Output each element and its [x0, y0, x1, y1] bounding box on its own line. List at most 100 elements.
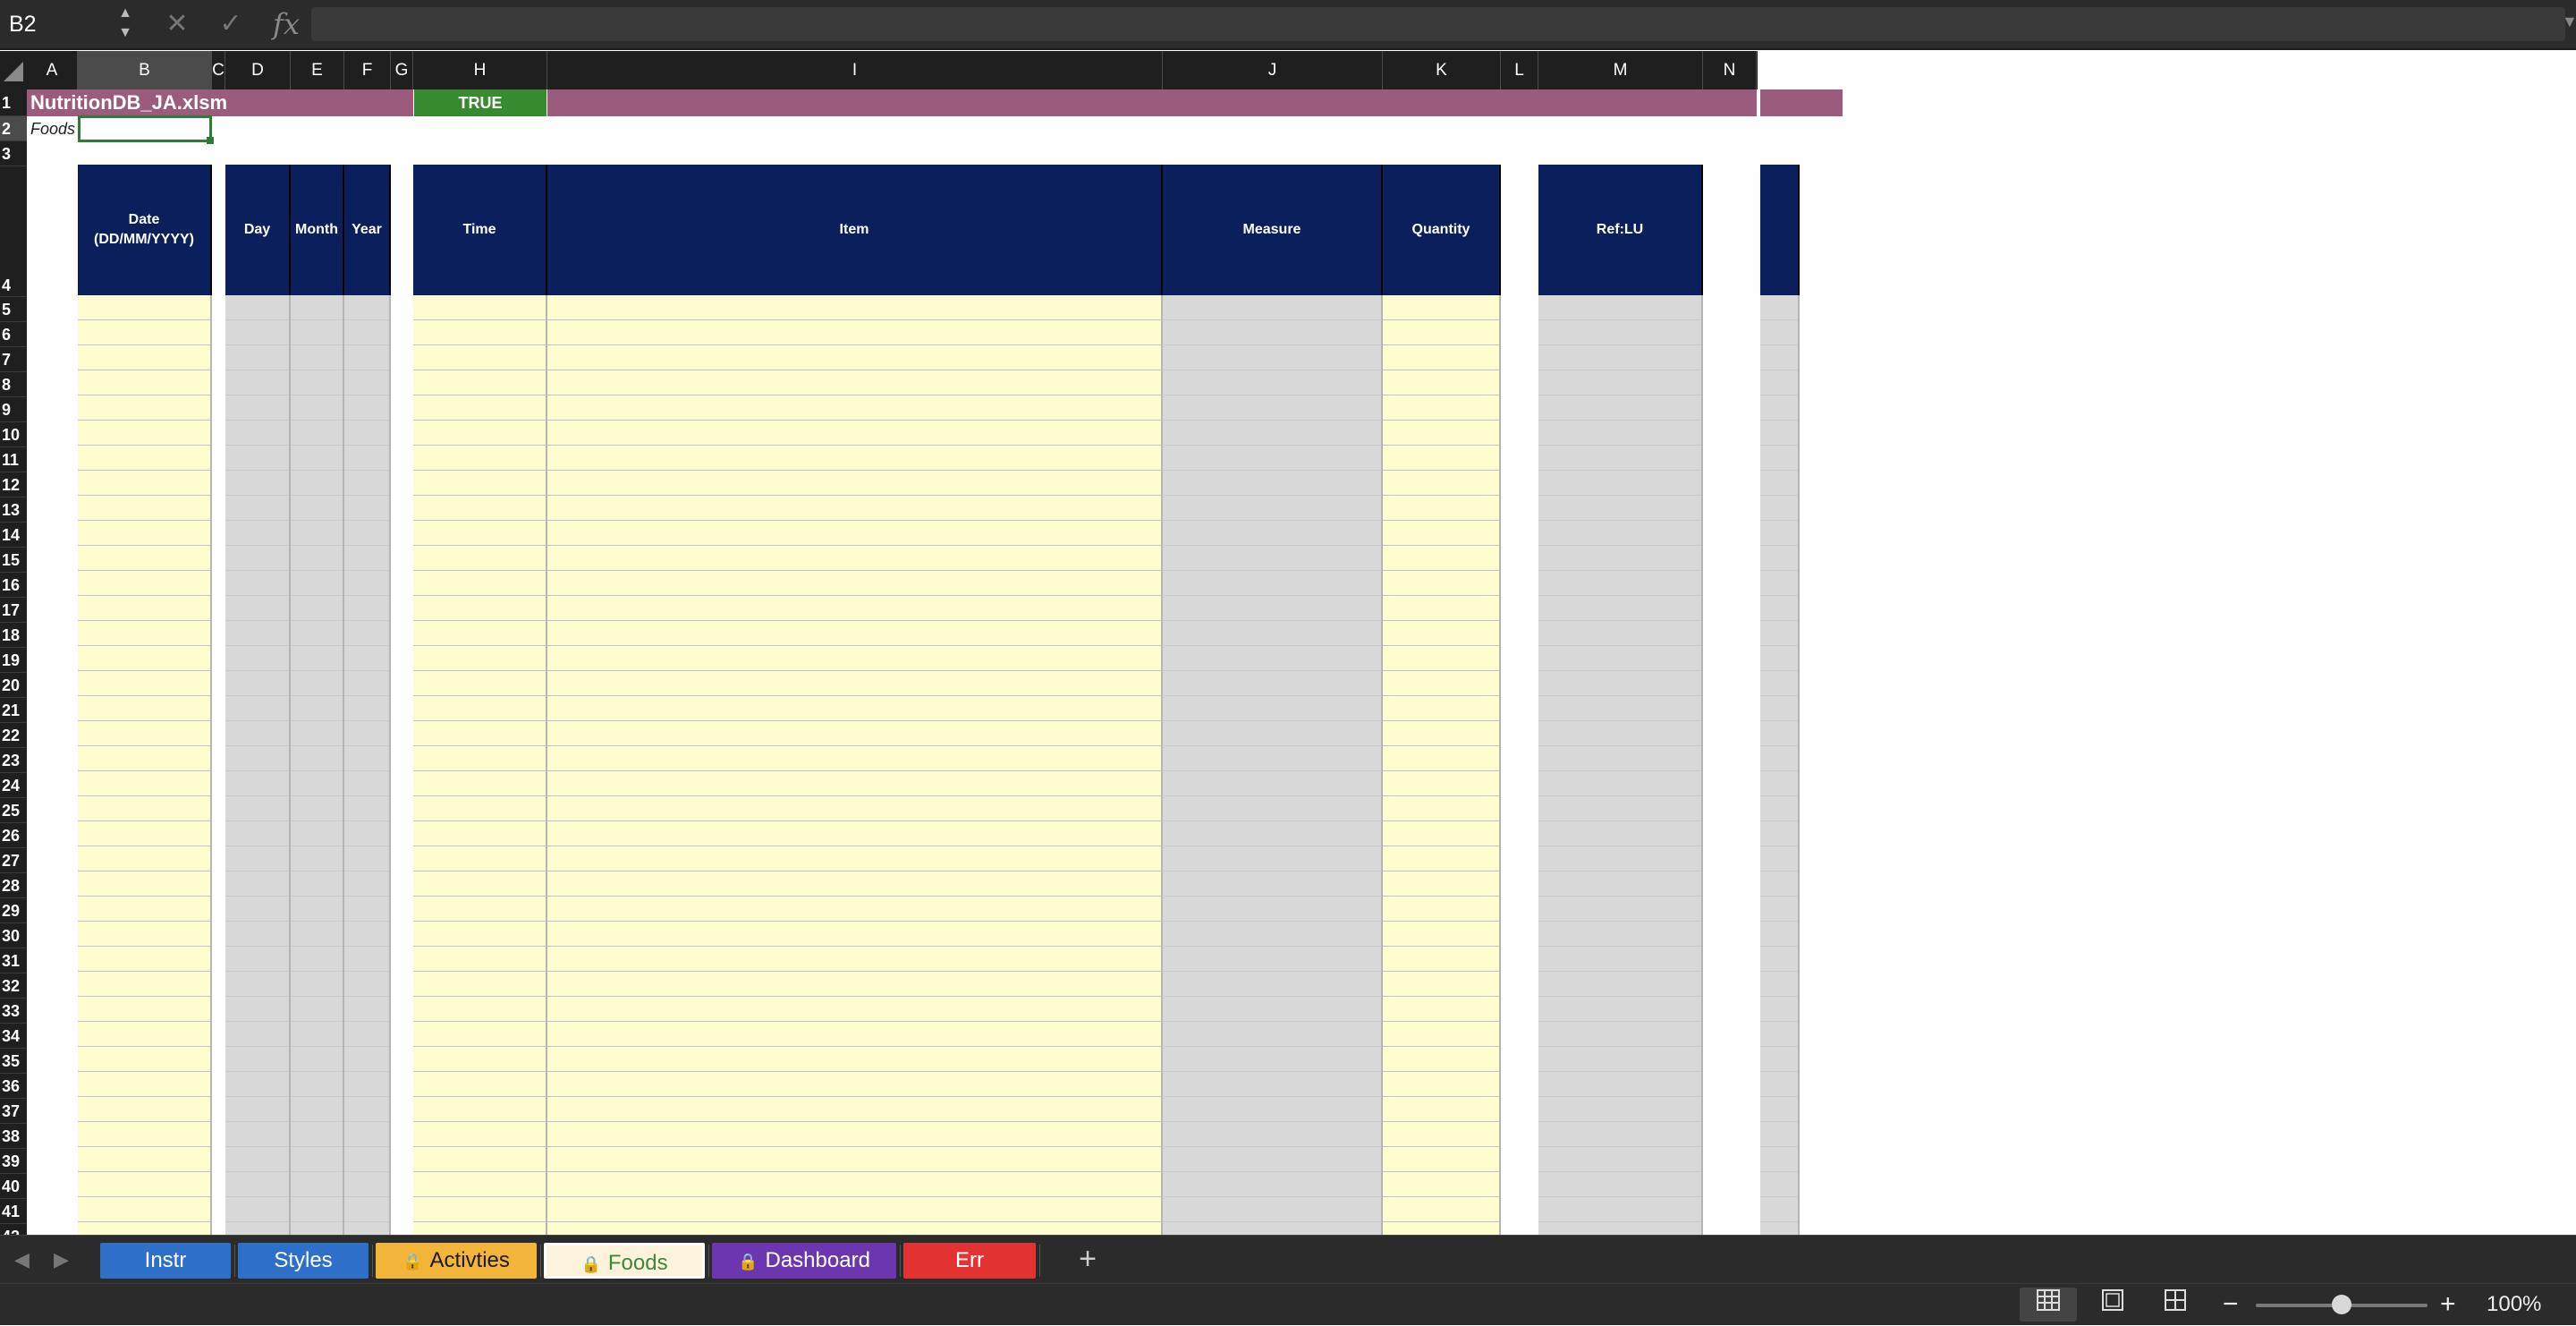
row-header-41[interactable]: 41	[0, 1199, 27, 1224]
scroll-right-icon[interactable]: ▶	[54, 1248, 69, 1271]
sheet-tab-err[interactable]: Err	[903, 1243, 1036, 1279]
row-header-6[interactable]: 6	[0, 322, 27, 347]
row-headers: 1 2 3 4 5 6 7 8 9 10 11 12 13 14 15 16 17 18 19 20 21 22 23 24 2…	[0, 89, 27, 1235]
row-header-29[interactable]: 29	[0, 898, 27, 923]
row-header-17[interactable]: 17	[0, 598, 27, 623]
scroll-left-icon[interactable]: ◀	[14, 1248, 30, 1271]
column-header-j[interactable]: J	[1163, 51, 1383, 89]
column-header-a[interactable]: A	[27, 51, 78, 89]
tab-separator	[708, 1245, 709, 1277]
column-header-f[interactable]: F	[344, 51, 391, 89]
page-break-view-button[interactable]	[2147, 1288, 2204, 1322]
column-header-h[interactable]: H	[413, 51, 547, 89]
row-header-27[interactable]: 27	[0, 848, 27, 873]
zoom-in-button[interactable]: +	[2440, 1288, 2456, 1322]
active-cell-b2[interactable]	[78, 115, 212, 142]
item-column-cells[interactable]	[547, 295, 1163, 1235]
fill-handle[interactable]	[207, 137, 214, 144]
row-header-40[interactable]: 40	[0, 1174, 27, 1199]
quantity-column-cells[interactable]	[1383, 295, 1501, 1235]
row-header-8[interactable]: 8	[0, 372, 27, 397]
row-header-39[interactable]: 39	[0, 1149, 27, 1174]
row-header-11[interactable]: 11	[0, 447, 27, 472]
column-header-l[interactable]: L	[1501, 51, 1538, 89]
sheet-tab-dashboard[interactable]: 🔒 Dashboard	[712, 1243, 896, 1279]
normal-view-button[interactable]	[2020, 1288, 2077, 1322]
column-header-e[interactable]: E	[291, 51, 344, 89]
zoom-out-button[interactable]: −	[2223, 1288, 2239, 1322]
header-day: Day	[225, 165, 291, 295]
add-sheet-button[interactable]: +	[1070, 1241, 1106, 1277]
row-header-26[interactable]: 26	[0, 823, 27, 848]
column-header-b[interactable]: B	[78, 51, 212, 89]
month-column-cells[interactable]	[291, 295, 344, 1235]
row-header-25[interactable]: 25	[0, 798, 27, 823]
zoom-slider-thumb[interactable]	[2332, 1295, 2351, 1314]
column-header-d[interactable]: D	[225, 51, 291, 89]
measure-column-cells[interactable]	[1163, 295, 1383, 1235]
day-column-cells[interactable]	[225, 295, 291, 1235]
enter-icon[interactable]: ✓	[215, 0, 247, 48]
sheet-tab-instr[interactable]: Instr	[100, 1243, 231, 1279]
flag-cell[interactable]: TRUE	[414, 89, 547, 116]
column-header-i[interactable]: I	[547, 51, 1163, 89]
row-header-7[interactable]: 7	[0, 347, 27, 372]
row-header-9[interactable]: 9	[0, 397, 27, 422]
row-header-21[interactable]: 21	[0, 698, 27, 723]
formula-input[interactable]	[311, 7, 2565, 41]
sheet-tab-styles[interactable]: Styles	[238, 1243, 369, 1279]
extra-column-cells[interactable]	[1760, 295, 1800, 1235]
row-header-23[interactable]: 23	[0, 748, 27, 773]
column-header-g[interactable]: G	[391, 51, 413, 89]
row-header-13[interactable]: 13	[0, 497, 27, 523]
sheet-tab-foods[interactable]: 🔒 Foods	[544, 1243, 705, 1279]
row-header-31[interactable]: 31	[0, 948, 27, 973]
ref-lu-column-cells[interactable]	[1538, 295, 1703, 1235]
row-header-38[interactable]: 38	[0, 1124, 27, 1149]
column-header-n[interactable]: N	[1703, 51, 1757, 89]
row-header-28[interactable]: 28	[0, 873, 27, 898]
column-header-k[interactable]: K	[1383, 51, 1501, 89]
row-header-34[interactable]: 34	[0, 1024, 27, 1049]
row-header-33[interactable]: 33	[0, 999, 27, 1024]
tab-separator	[372, 1245, 373, 1277]
status-bar: − + 100%	[0, 1283, 2576, 1325]
row-header-15[interactable]: 15	[0, 548, 27, 573]
page-layout-view-button[interactable]	[2084, 1288, 2141, 1322]
row-header-30[interactable]: 30	[0, 923, 27, 948]
row-header-20[interactable]: 20	[0, 673, 27, 698]
row-header-1[interactable]: 1	[0, 89, 27, 116]
row-header-42[interactable]: 42	[0, 1224, 27, 1235]
row-header-5[interactable]: 5	[0, 297, 27, 322]
row-header-10[interactable]: 10	[0, 422, 27, 447]
row-header-12[interactable]: 12	[0, 472, 27, 497]
chevron-down-icon[interactable]: ▼	[2562, 13, 2576, 31]
year-column-cells[interactable]	[344, 295, 391, 1235]
row-header-32[interactable]: 32	[0, 973, 27, 999]
row-header-35[interactable]: 35	[0, 1049, 27, 1074]
row-header-14[interactable]: 14	[0, 523, 27, 548]
row-header-22[interactable]: 22	[0, 723, 27, 748]
row-header-18[interactable]: 18	[0, 623, 27, 648]
sheet-label: Foods	[30, 120, 76, 138]
sheet-tab-activties[interactable]: 🔒 Activties	[376, 1243, 537, 1279]
date-column-cells[interactable]	[78, 295, 212, 1235]
column-header-c[interactable]: C	[212, 51, 225, 89]
row-header-4[interactable]: 4	[0, 166, 27, 297]
column-header-m[interactable]: M	[1538, 51, 1703, 89]
row-header-37[interactable]: 37	[0, 1099, 27, 1124]
name-box-spinner-icon[interactable]: ▲ ▼	[114, 4, 136, 45]
time-column-cells[interactable]	[413, 295, 547, 1235]
function-icon[interactable]: fx	[268, 0, 304, 48]
row-header-3[interactable]: 3	[0, 141, 27, 166]
row-header-19[interactable]: 19	[0, 648, 27, 673]
row-header-36[interactable]: 36	[0, 1074, 27, 1099]
cancel-icon[interactable]: ✕	[161, 0, 193, 48]
sheet-tab-label: Foods	[607, 1251, 668, 1275]
row-header-24[interactable]: 24	[0, 773, 27, 798]
select-all-button[interactable]	[0, 51, 27, 89]
worksheet-grid[interactable]: NutritionDB_JA.xlsm TRUE Foods Date (DD/…	[0, 89, 2576, 1235]
tab-separator	[234, 1245, 235, 1277]
row-header-2[interactable]: 2	[0, 116, 27, 141]
row-header-16[interactable]: 16	[0, 573, 27, 598]
